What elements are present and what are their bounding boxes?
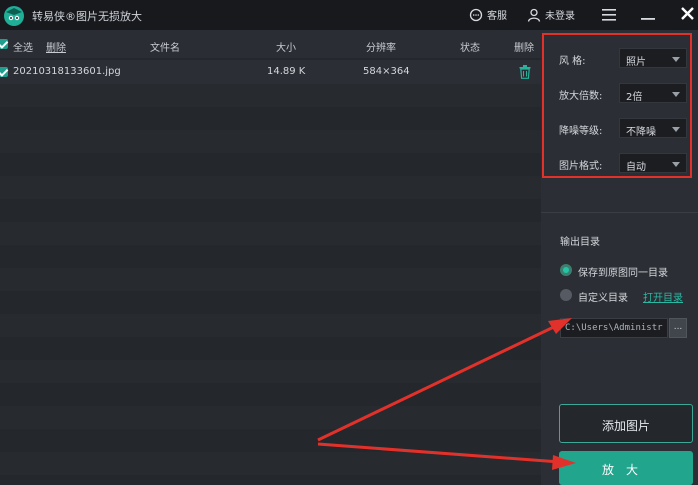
denoise-select[interactable]: 不降噪	[619, 118, 687, 138]
style-select[interactable]: 照片	[619, 48, 687, 68]
format-label: 图片格式:	[559, 161, 603, 172]
empty-row	[0, 429, 541, 452]
empty-row	[0, 176, 541, 199]
empty-row	[0, 452, 541, 475]
row-checkbox[interactable]	[0, 67, 8, 77]
column-size: 大小	[276, 43, 296, 54]
app-logo-icon	[4, 6, 24, 26]
empty-row	[0, 245, 541, 268]
column-delete: 删除	[514, 43, 534, 54]
chat-icon	[469, 8, 483, 21]
scale-label: 放大倍数:	[559, 91, 603, 102]
chevron-down-icon	[672, 127, 680, 132]
open-dir-link[interactable]: 打开目录	[643, 289, 683, 304]
empty-row	[0, 337, 541, 360]
login-label: 未登录	[545, 11, 575, 22]
table-row[interactable]: 20210318133601.jpg 14.89 K 584×364	[0, 60, 541, 84]
browse-button[interactable]: ...	[669, 318, 687, 338]
menu-icon[interactable]	[602, 9, 616, 21]
empty-row	[0, 130, 541, 153]
panel-divider	[541, 212, 698, 213]
scale-value: 2倍	[626, 92, 643, 103]
output-dir-label: 输出目录	[560, 237, 600, 248]
row-filename: 20210318133601.jpg	[13, 66, 121, 77]
column-filename: 文件名	[150, 43, 180, 54]
empty-row	[0, 199, 541, 222]
customer-service-label: 客服	[487, 11, 507, 22]
output-path-input[interactable]: C:\Users\Administr	[560, 318, 668, 338]
row-size: 14.89 K	[267, 66, 306, 77]
denoise-label: 降噪等级:	[559, 126, 603, 137]
file-list: 全选 删除 文件名 大小 分辨率 状态 删除 20210318133601.jp…	[0, 30, 541, 485]
user-icon	[527, 8, 541, 22]
empty-row	[0, 222, 541, 245]
empty-row	[0, 360, 541, 383]
style-value: 照片	[626, 57, 646, 68]
scale-select[interactable]: 2倍	[619, 83, 687, 103]
style-label: 风 格:	[559, 56, 586, 67]
empty-row	[0, 291, 541, 314]
app-title: 转易侠®图片无损放大	[32, 10, 142, 23]
close-icon[interactable]	[681, 7, 694, 20]
column-resolution: 分辨率	[366, 43, 396, 54]
customer-service-button[interactable]: 客服	[469, 7, 507, 22]
list-header: 全选 删除 文件名 大小 分辨率 状态 删除	[0, 30, 541, 58]
trash-icon[interactable]	[519, 65, 531, 79]
empty-row	[0, 475, 541, 485]
empty-row	[0, 314, 541, 337]
denoise-value: 不降噪	[626, 127, 656, 138]
minimize-icon[interactable]	[641, 9, 655, 21]
select-all-checkbox[interactable]	[0, 39, 8, 49]
empty-row	[0, 406, 541, 429]
select-all-label[interactable]: 全选	[13, 39, 33, 54]
empty-row	[0, 107, 541, 130]
enlarge-button[interactable]: 放大	[559, 451, 693, 485]
option-same-dir-label[interactable]: 保存到原图同一目录	[578, 264, 668, 279]
format-value: 自动	[626, 162, 646, 173]
radio-same-dir[interactable]	[560, 264, 572, 276]
chevron-down-icon	[672, 162, 680, 167]
settings-box: 风 格: 照片 放大倍数: 2倍 降噪等级: 不降噪 图片格式: 自动	[542, 33, 692, 178]
title-bar: 转易侠®图片无损放大 客服 未登录	[0, 0, 698, 30]
delete-selected-link[interactable]: 删除	[46, 39, 66, 54]
empty-row	[0, 268, 541, 291]
empty-row	[0, 383, 541, 406]
option-custom-dir-label[interactable]: 自定义目录	[578, 289, 628, 304]
chevron-down-icon	[672, 57, 680, 62]
chevron-down-icon	[672, 92, 680, 97]
radio-custom-dir[interactable]	[560, 289, 572, 301]
settings-panel: 风 格: 照片 放大倍数: 2倍 降噪等级: 不降噪 图片格式: 自动 输出目录…	[541, 30, 698, 485]
empty-row	[0, 153, 541, 176]
empty-row	[0, 84, 541, 107]
login-button[interactable]: 未登录	[527, 7, 575, 22]
add-image-button[interactable]: 添加图片	[559, 404, 693, 443]
row-resolution: 584×364	[363, 66, 410, 77]
format-select[interactable]: 自动	[619, 153, 687, 173]
column-status: 状态	[460, 43, 480, 54]
